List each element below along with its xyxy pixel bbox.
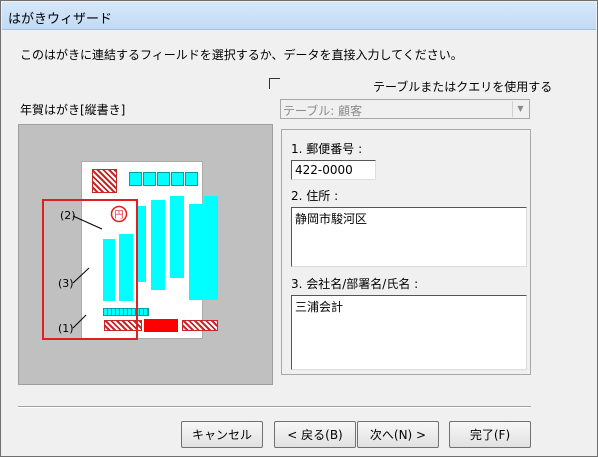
instruction-text: このはがきに連結するフィールドを選択するか、データを直接入力してください。 (20, 48, 463, 62)
postal-code-label: 1. 郵便番号 : (291, 142, 363, 156)
use-table-checkbox-label[interactable]: テーブルまたはクエリを使用する (373, 78, 552, 95)
back-button[interactable]: < 戻る(B) (274, 421, 356, 448)
use-table-checkbox[interactable] (269, 78, 280, 89)
finish-button[interactable]: 完了(F) (449, 421, 531, 448)
highlight-box (42, 199, 138, 340)
postal-code-field[interactable]: 422-0000 (291, 160, 376, 180)
chevron-down-icon[interactable]: ▼ (512, 101, 528, 117)
name-label: 3. 会社名/部署名/氏名 : (291, 277, 419, 291)
window-title: はがきウィザード (8, 12, 113, 27)
next-button[interactable]: 次へ(N) > (357, 421, 439, 448)
wizard-window: はがきウィザード このはがきに連結するフィールドを選択するか、データを直接入力し… (0, 0, 598, 457)
preview-label: 年賀はがき[縦書き] (20, 103, 126, 117)
fields-panel: 1. 郵便番号 : 422-0000 2. 住所 : 静岡市駿河区 3. 会社名… (281, 129, 531, 375)
table-query-dropdown[interactable]: テーブル: 顧客 ▼ (280, 99, 530, 119)
name-field[interactable]: 三浦会計 (291, 295, 527, 370)
address-label: 2. 住所 : (291, 189, 339, 203)
cancel-button[interactable]: キャンセル (181, 421, 263, 448)
table-query-dropdown-value: テーブル: 顧客 (283, 104, 363, 118)
address-field[interactable]: 静岡市駿河区 (291, 207, 527, 267)
title-bar: はがきウィザード (2, 2, 596, 30)
separator (18, 406, 531, 408)
